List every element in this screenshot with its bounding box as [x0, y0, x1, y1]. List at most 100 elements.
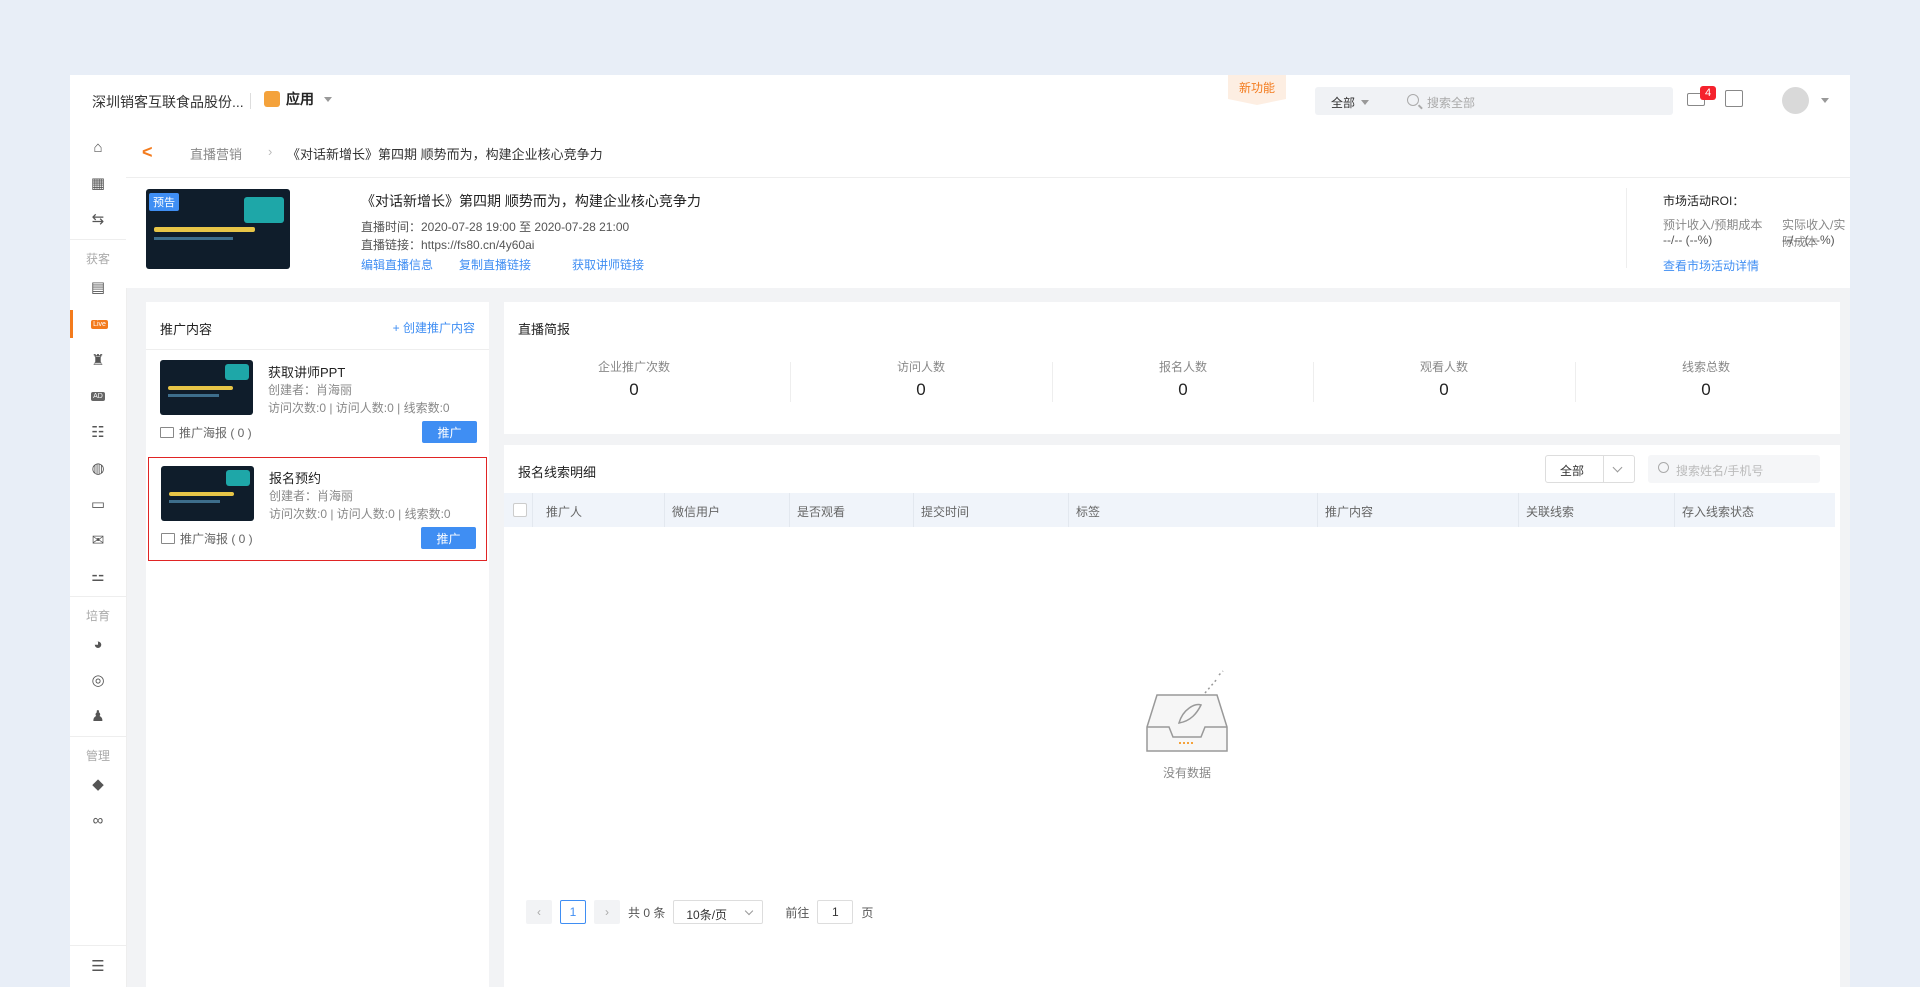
cover-graphic	[244, 197, 284, 223]
pagination: ‹ 1 › 共 0 条 10条/页 前往 1 页	[526, 900, 873, 924]
live-title: 《对话新增长》第四期 顺势而为，构建企业核心竞争力	[361, 193, 701, 209]
user-settings-icon[interactable]: ♟	[70, 702, 126, 730]
divider	[146, 349, 489, 350]
flow-icon[interactable]: ⇆	[70, 205, 126, 233]
card-poster-link[interactable]: 推广海报 ( 0 )	[161, 530, 253, 547]
cover-graphic	[169, 492, 235, 496]
chevron-down-icon	[1612, 462, 1623, 473]
page-number-current[interactable]: 1	[560, 900, 586, 924]
column-header[interactable]: 标签	[1076, 503, 1100, 520]
empty-state-text: 没有数据	[1162, 766, 1211, 780]
column-header[interactable]: 推广内容	[1325, 503, 1373, 520]
promote-button[interactable]: 推广	[421, 527, 476, 549]
column-header[interactable]: 微信用户	[672, 503, 720, 520]
collapse-menu-icon[interactable]: ☰	[70, 952, 126, 980]
home-icon[interactable]: ⌂	[70, 133, 126, 161]
edit-live-info-link[interactable]: 编辑直播信息	[361, 256, 433, 273]
search-icon	[1407, 94, 1419, 106]
breadcrumb-separator-icon: ›	[268, 144, 273, 159]
new-feature-badge[interactable]: 新功能	[1228, 75, 1286, 105]
mail-count-badge: 4	[1700, 86, 1716, 100]
panel-title: 报名线索明细	[518, 465, 597, 480]
table-header: 推广人 微信用户 是否观看 提交时间 标签 推广内容 关联线索 存入线索状态	[504, 493, 1835, 527]
section-label-nurture: 培育	[85, 609, 110, 623]
leads-search-input[interactable]: 搜索姓名/手机号	[1648, 455, 1820, 483]
column-header[interactable]: 推广人	[546, 503, 582, 520]
message-icon[interactable]: ▭	[70, 490, 126, 518]
live-cover-image: 预告	[146, 189, 290, 269]
link-icon[interactable]: ∞	[70, 806, 126, 834]
roi-detail-link[interactable]: 查看市场活动详情	[1663, 257, 1759, 274]
total-count: 共 0 条	[628, 905, 666, 920]
column-header[interactable]: 提交时间	[921, 503, 969, 520]
meeting-icon[interactable]: ♜	[70, 346, 126, 374]
org-chart-icon[interactable]: ⚍	[70, 562, 126, 590]
page-size-select[interactable]: 10条/页	[673, 900, 764, 924]
target-icon[interactable]: ◎	[70, 666, 126, 694]
calendar-icon[interactable]: ▦	[70, 169, 126, 197]
back-chevron-icon[interactable]: <	[142, 142, 153, 163]
chat-icon[interactable]: ◕	[70, 630, 126, 658]
layers-icon[interactable]: ◆	[70, 770, 126, 798]
search-input[interactable]: 搜索全部	[1427, 94, 1475, 111]
search-scope-label: 全部	[1331, 96, 1356, 110]
breadcrumb-parent[interactable]: 直播营销	[190, 144, 242, 163]
caret-down-icon[interactable]	[1821, 98, 1829, 103]
copy-live-link[interactable]: 复制直播链接	[459, 256, 531, 273]
stat-label: 访问人数	[896, 360, 945, 374]
stat-label: 线索总数	[1681, 360, 1730, 374]
email-icon[interactable]: ✉	[70, 526, 126, 554]
select-all-checkbox[interactable]	[513, 503, 527, 517]
card-poster-link[interactable]: 推广海报 ( 0 )	[160, 424, 252, 441]
stat-value: 0	[1701, 380, 1711, 399]
cover-graphic	[169, 500, 221, 503]
sidebar-item-live[interactable]: Live	[70, 310, 126, 338]
company-name[interactable]: 深圳销客互联食品股份...	[92, 92, 244, 112]
wechat-icon[interactable]: ◍	[70, 454, 126, 482]
promotion-card[interactable]: 获取讲师PPT 创建者：肖海丽 访问次数:0 | 访问人数:0 | 线索数:0 …	[148, 352, 487, 456]
cover-graphic	[225, 364, 249, 380]
section-label-manage: 管理	[85, 749, 110, 763]
app-window: 深圳销客互联食品股份... 应用 新功能 全部 搜索全部 4 ⌂ ▦ ⇆ 获客 …	[70, 75, 1850, 987]
live-time: 直播时间：2020-07-28 19:00 至 2020-07-28 21:00	[361, 220, 630, 234]
roi-title: 市场活动ROI：	[1663, 194, 1745, 208]
global-search[interactable]: 全部 搜索全部	[1315, 87, 1673, 115]
divider	[70, 945, 126, 946]
column-header[interactable]: 关联线索	[1526, 503, 1574, 520]
create-promotion-button[interactable]: + 创建推广内容	[393, 319, 475, 336]
image-icon	[160, 427, 174, 438]
search-scope-select[interactable]: 全部	[1331, 94, 1370, 111]
divider	[789, 493, 790, 527]
column-header[interactable]: 是否观看	[797, 503, 845, 520]
preview-tag: 预告	[149, 193, 179, 211]
panel-title: 直播简报	[518, 322, 571, 337]
cover-graphic	[154, 237, 234, 240]
stat-label: 观看人数	[1419, 360, 1468, 374]
inbox-icon[interactable]	[1725, 90, 1743, 107]
leads-filter-select[interactable]: 全部	[1545, 455, 1635, 483]
goto-page-input[interactable]: 1	[817, 900, 854, 924]
users-icon[interactable]: ☷	[70, 418, 126, 446]
divider	[70, 239, 126, 240]
top-bar: 深圳销客互联食品股份... 应用 新功能 全部 搜索全部 4	[70, 75, 1850, 128]
breadcrumb: < 直播营销 › 《对话新增长》第四期 顺势而为，构建企业核心竞争力	[126, 127, 1850, 178]
promote-button[interactable]: 推广	[422, 421, 477, 443]
document-icon[interactable]: ▤	[70, 273, 126, 301]
prev-page-chevron-icon[interactable]: ‹	[526, 900, 552, 924]
card-title: 报名预约	[269, 471, 322, 486]
promotion-card-selected[interactable]: 报名预约 创建者：肖海丽 访问次数:0 | 访问人数:0 | 线索数:0 推广海…	[148, 457, 487, 561]
section-label-acquire: 获客	[85, 252, 110, 266]
next-page-chevron-icon[interactable]: ›	[594, 900, 620, 924]
stat-value: 0	[1178, 380, 1188, 399]
column-header[interactable]: 存入线索状态	[1682, 503, 1754, 520]
stat-value: 0	[1439, 380, 1449, 399]
get-lecturer-link[interactable]: 获取讲师链接	[572, 256, 644, 273]
app-switcher[interactable]: 应用	[264, 89, 332, 109]
cover-graphic	[168, 386, 234, 390]
sidebar: ⌂ ▦ ⇆ 获客 ▤ Live ♜ AD ☷ ◍ ▭ ✉ ⚍ 培育 ◕ ◎ ♟ …	[70, 127, 127, 987]
divider	[1626, 188, 1627, 268]
empty-state: 没有数据	[1122, 665, 1252, 781]
ad-icon[interactable]: AD	[70, 382, 126, 410]
avatar[interactable]	[1782, 87, 1809, 114]
stat-label: 企业推广次数	[597, 360, 670, 374]
